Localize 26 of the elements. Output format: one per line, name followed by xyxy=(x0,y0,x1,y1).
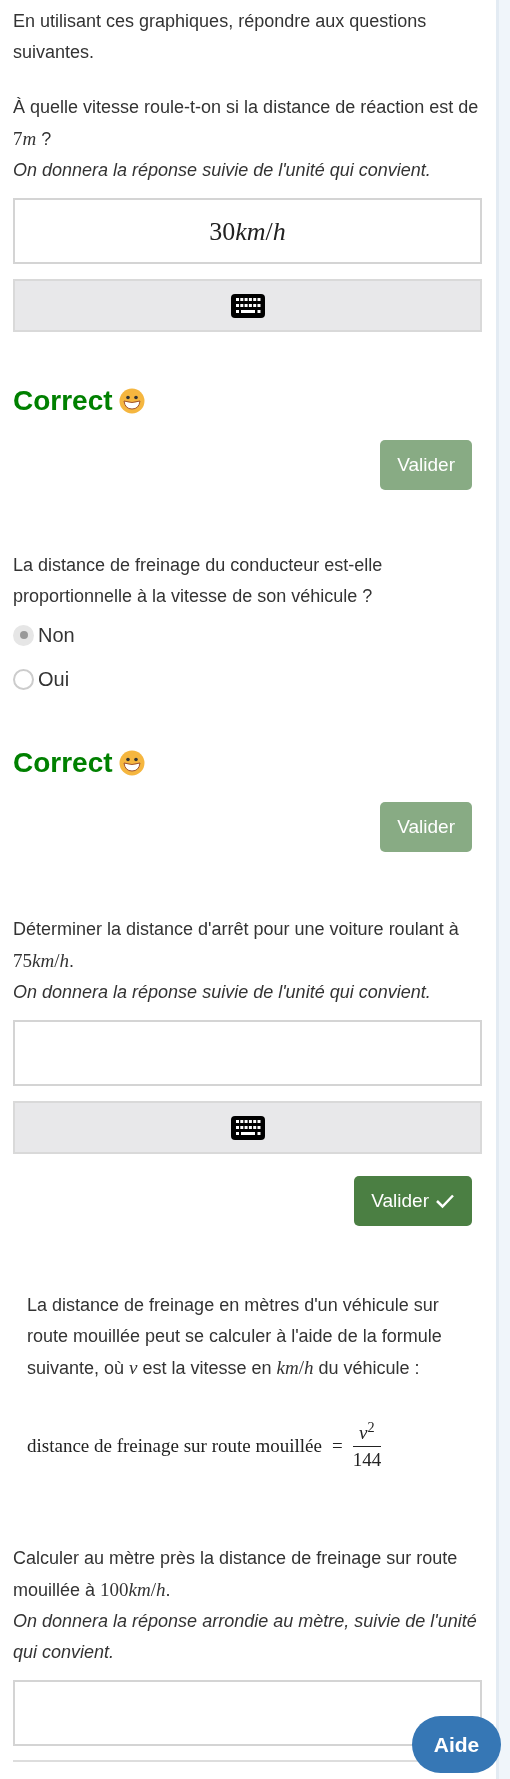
virtual-keyboard-toggle[interactable] xyxy=(13,279,482,332)
virtual-keyboard-toggle[interactable] xyxy=(13,1101,482,1154)
validate-button[interactable]: Valider xyxy=(354,1176,472,1226)
feedback-text: Correct xyxy=(13,384,113,418)
question-text: À quelle vitesse roule-t-on si la distance de réaction est de 7m ? xyxy=(13,96,480,151)
instruction-text: On donnera la réponse suivie de l'unité qui convient. xyxy=(13,159,432,182)
smiley-icon xyxy=(118,750,145,776)
intro-text: En utilisant ces graphiques, répondre aux questions suivantes. xyxy=(13,10,428,64)
instruction-text: On donnera la réponse arrondie au mètre, suivie de l'unité qui convient. xyxy=(13,1610,478,1664)
radio-option[interactable]: Oui xyxy=(13,664,482,694)
question-text: La distance de freinage du conducteur est-elle proportionnelle à la vitesse de son véhicule ? xyxy=(13,554,384,608)
checkmark-icon xyxy=(435,1193,455,1209)
radio-option[interactable]: Non xyxy=(13,620,482,650)
keyboard-icon xyxy=(230,293,265,318)
radio-button[interactable] xyxy=(13,668,34,690)
question-text: La distance de freinage en mètres d'un véhicule sur route mouillée peut se calculer à l'aide de la formule suivante, où v est la vitesse en km/h du véhicule : xyxy=(26,1294,443,1380)
keyboard-icon xyxy=(230,1115,265,1140)
answer-field[interactable]: 30km/h xyxy=(13,198,482,264)
instruction-text: On donnera la réponse suivie de l'unité qui convient. xyxy=(13,981,432,1004)
question-text: Calculer au mètre près la distance de freinage sur route mouillée à 100km/h. xyxy=(13,1547,459,1602)
question-text: Déterminer la distance d'arrêt pour une voiture roulant à 75km/h. xyxy=(13,918,460,973)
help-button[interactable]: Aide xyxy=(412,1716,501,1773)
smiley-icon xyxy=(118,388,145,414)
answer-field[interactable] xyxy=(13,1020,482,1086)
radio-button[interactable] xyxy=(13,624,34,646)
feedback-text: Correct xyxy=(13,746,113,780)
